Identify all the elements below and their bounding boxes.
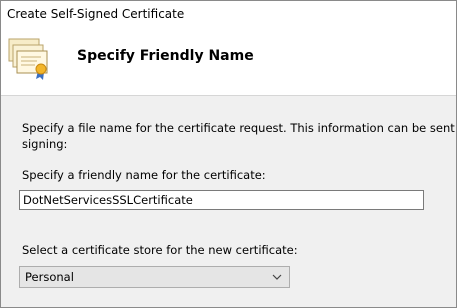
certificate-store-value: Personal: [25, 270, 74, 284]
dialog-window: Create Self-Signed Certificate Specify F…: [0, 0, 457, 308]
certificate-icon: [8, 38, 48, 80]
window-title: Create Self-Signed Certificate: [7, 7, 185, 21]
friendly-name-input[interactable]: [19, 190, 424, 210]
description-line-2: signing:: [22, 137, 68, 151]
wizard-header: Specify Friendly Name: [1, 27, 456, 96]
description-line-1: Specify a file name for the certificate …: [22, 121, 456, 135]
page-title: Specify Friendly Name: [77, 48, 254, 64]
certificate-store-select[interactable]: Personal: [19, 266, 290, 288]
wizard-content: Specify a file name for the certificate …: [1, 96, 456, 307]
description: Specify a file name for the certificate …: [22, 120, 456, 152]
certificate-store-label: Select a certificate store for the new c…: [22, 243, 298, 257]
chevron-down-icon: [272, 274, 282, 280]
friendly-name-label: Specify a friendly name for the certific…: [22, 168, 266, 182]
title-bar: Create Self-Signed Certificate: [1, 1, 456, 27]
